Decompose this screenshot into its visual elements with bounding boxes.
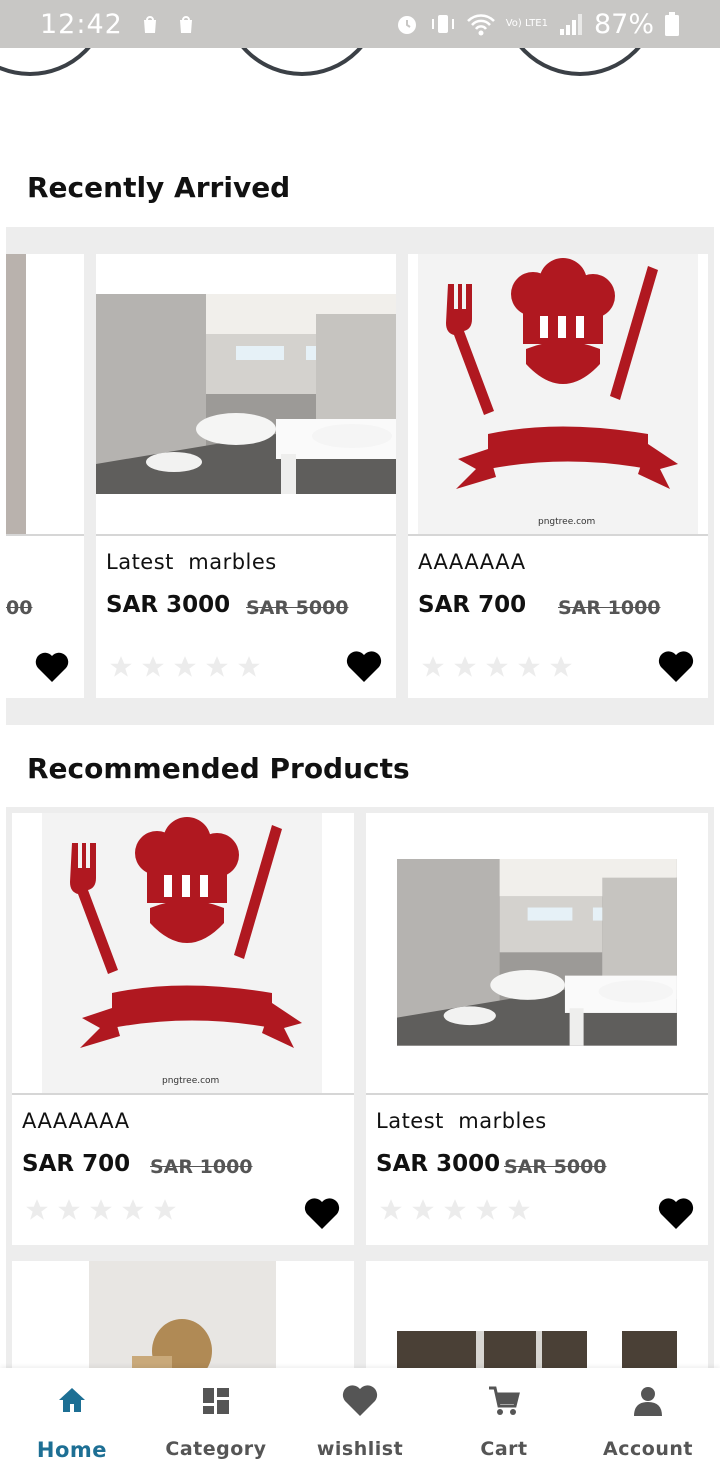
star-icon: [550, 656, 572, 677]
product-image: [89, 1261, 276, 1383]
nav-home[interactable]: Home: [0, 1368, 144, 1480]
status-time: 12:42: [40, 8, 123, 40]
signal-icon: [559, 14, 582, 35]
nav-cart[interactable]: Cart: [432, 1368, 576, 1480]
shopping-bag-icon: [143, 16, 156, 33]
recently-arrived-carousel[interactable]: 00 Latest marbles SAR 3000 SAR 5000 pngt…: [6, 227, 714, 725]
product-name: AAAAAAA: [418, 550, 526, 574]
alarm-icon: [397, 16, 416, 34]
wishlist-heart-icon[interactable]: [658, 650, 694, 684]
star-icon: [122, 1199, 144, 1220]
product-image: pngtree.com: [12, 813, 354, 1093]
product-price: SAR 700: [22, 1151, 131, 1177]
star-icon: [486, 656, 508, 677]
nav-label: wishlist: [316, 1438, 404, 1460]
bottom-navigation: Home Category wishlist Cart Account: [0, 1368, 720, 1480]
star-icon: [154, 1199, 176, 1220]
product-name: AAAAAAA: [22, 1109, 130, 1133]
battery-percent: 87%: [593, 8, 654, 40]
nav-category[interactable]: Category: [144, 1368, 288, 1480]
product-price: SAR 3000: [376, 1151, 501, 1177]
status-bar: 12:42 Vo) LTE1 87%: [0, 0, 720, 48]
product-price: SAR 700: [418, 592, 527, 618]
product-card[interactable]: Latest marbles SAR 3000 SAR 5000: [96, 254, 396, 698]
battery-icon: [665, 12, 679, 36]
product-image: [366, 813, 708, 1093]
product-image: [96, 254, 396, 534]
nav-account[interactable]: Account: [576, 1368, 720, 1480]
watermark-text: pngtree.com: [162, 1076, 219, 1086]
category-circles: [0, 48, 720, 88]
nav-label: Account: [603, 1438, 693, 1460]
product-old-price: 00: [6, 597, 33, 619]
recommended-products-title: Recommended Products: [27, 752, 410, 785]
category-icon: [203, 1388, 229, 1414]
star-icon: [206, 656, 228, 677]
product-image: [397, 1331, 677, 1381]
wishlist-heart-icon[interactable]: [34, 650, 70, 684]
recommended-products-grid: pngtree.com AAAAAAA SAR 700 SAR 1000 Lat…: [6, 807, 714, 1387]
product-old-price: SAR 5000: [246, 597, 349, 619]
lte-indicator: Vo) LTE1: [505, 18, 548, 29]
star-icon: [110, 656, 132, 677]
star-icon: [90, 1199, 112, 1220]
product-name: Latest marbles: [106, 550, 277, 574]
star-icon: [142, 656, 164, 677]
wifi-icon: [466, 14, 495, 36]
vibrate-icon: [431, 15, 454, 33]
rating-stars: [378, 1197, 532, 1223]
star-icon: [58, 1199, 80, 1220]
product-card[interactable]: 00: [6, 254, 84, 698]
product-price: SAR 3000: [106, 592, 231, 618]
product-card[interactable]: pngtree.com AAAAAAA SAR 700 SAR 1000: [12, 813, 354, 1245]
category-circle[interactable]: [222, 48, 382, 76]
wishlist-heart-icon[interactable]: [346, 650, 382, 684]
rating-stars: [108, 654, 262, 680]
wishlist-heart-icon[interactable]: [304, 1197, 340, 1231]
star-icon: [454, 656, 476, 677]
star-icon: [380, 1199, 402, 1220]
star-icon: [422, 656, 444, 677]
home-icon: [59, 1388, 85, 1412]
product-card[interactable]: pngtree.com AAAAAAA SAR 700 SAR 1000: [408, 254, 708, 698]
star-icon: [238, 656, 260, 677]
heart-icon: [342, 1385, 378, 1416]
product-image: pngtree.com: [408, 254, 708, 534]
star-icon: [476, 1199, 498, 1220]
product-old-price: SAR 1000: [558, 597, 661, 619]
product-old-price: SAR 1000: [150, 1156, 253, 1178]
star-icon: [518, 656, 540, 677]
recently-arrived-title: Recently Arrived: [27, 171, 291, 204]
category-circle[interactable]: [500, 48, 660, 76]
star-icon: [174, 656, 196, 677]
star-icon: [508, 1199, 530, 1220]
rating-stars: [24, 1197, 178, 1223]
category-circle[interactable]: [0, 48, 110, 76]
nav-wishlist[interactable]: wishlist: [288, 1368, 432, 1480]
nav-label: Cart: [480, 1438, 528, 1460]
product-image: [6, 254, 84, 534]
nav-label: Category: [165, 1438, 267, 1460]
star-icon: [412, 1199, 434, 1220]
rating-stars: [420, 654, 574, 680]
watermark-text: pngtree.com: [538, 517, 595, 527]
wishlist-heart-icon[interactable]: [658, 1197, 694, 1231]
product-name: Latest marbles: [376, 1109, 547, 1133]
star-icon: [26, 1199, 48, 1220]
shopping-bag-icon: [179, 16, 192, 33]
cart-icon: [489, 1386, 520, 1415]
account-icon: [634, 1387, 662, 1416]
product-old-price: SAR 5000: [504, 1156, 607, 1178]
star-icon: [444, 1199, 466, 1220]
nav-label: Home: [36, 1438, 108, 1462]
product-card[interactable]: Latest marbles SAR 3000 SAR 5000: [366, 813, 708, 1245]
